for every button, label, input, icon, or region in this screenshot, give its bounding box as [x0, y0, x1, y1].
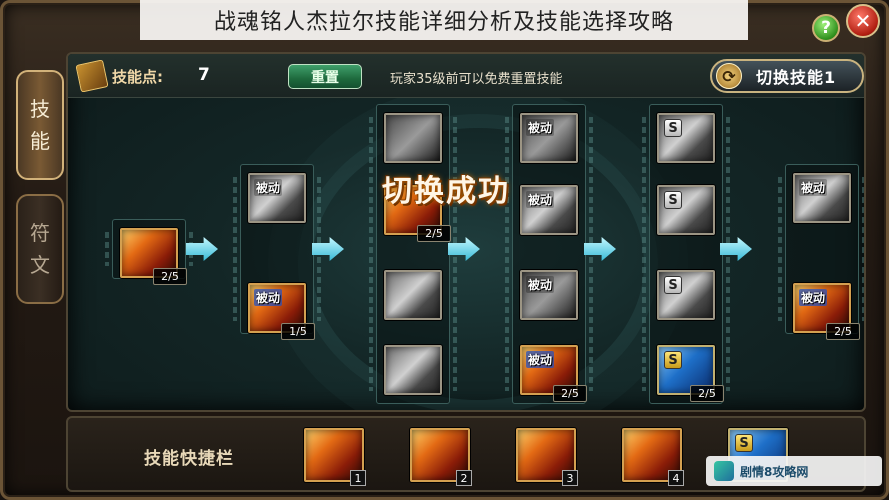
skill-level: 1/5: [281, 323, 315, 340]
skill-column: 被动 被动 2/5: [778, 164, 864, 340]
skill-type-s-badge: S: [664, 191, 682, 209]
skill-points-label: 技能点:: [112, 68, 163, 86]
tab-runes-char-2: 文: [30, 253, 50, 277]
quickbar-slot-number: 1: [350, 470, 366, 486]
side-tab-bar: 技 能 符 文: [16, 70, 64, 318]
skill-level: 2/5: [826, 323, 860, 340]
background-emblem: [298, 114, 658, 410]
switch-success-message: 切换成功: [382, 174, 510, 209]
switch-skill-set-button[interactable]: ⟳ 切换技能1: [710, 59, 864, 93]
skill-column: 被动 被动 1/5: [233, 164, 321, 340]
skill-level: 2/5: [690, 385, 724, 402]
passive-badge: 被动: [254, 289, 283, 306]
quickbar-slot[interactable]: 3: [516, 428, 578, 486]
skill-type-s-badge: S: [664, 351, 682, 369]
passive-badge: 被动: [526, 276, 555, 293]
progression-arrow-icon: [720, 237, 752, 261]
quickbar-label: 技能快捷栏: [144, 449, 234, 469]
site-logo-icon: [714, 461, 734, 481]
tab-skills[interactable]: 技 能: [16, 70, 64, 180]
skill-level: 2/5: [553, 385, 587, 402]
article-caption: 战魂铭人杰拉尔技能详细分析及技能选择攻略: [140, 0, 748, 40]
quickbar-slot[interactable]: 1: [304, 428, 366, 486]
skill-tree-panel: 技能点: 7 重置 玩家35级前可以免费重置技能 ⟳ 切换技能1 2/5 被动 被动…: [66, 52, 866, 412]
skill-icon[interactable]: S: [657, 270, 715, 320]
quickbar-slot[interactable]: 2: [410, 428, 472, 486]
skill-column: 2/5: [369, 104, 457, 404]
site-watermark: 剧情8攻略网: [706, 456, 882, 486]
help-button[interactable]: ?: [812, 14, 840, 42]
skill-column: 被动 被动 被动 被动 2/5: [505, 104, 593, 404]
quickbar-slot-number: 2: [456, 470, 472, 486]
reset-button[interactable]: 重置: [288, 64, 362, 89]
skill-type-s-badge: S: [735, 434, 753, 452]
skill-icon[interactable]: S: [657, 113, 715, 163]
skill-icon[interactable]: [384, 345, 442, 395]
passive-badge: 被动: [526, 191, 555, 208]
cycle-arrows-icon: ⟳: [716, 63, 742, 89]
passive-badge: 被动: [526, 351, 555, 368]
passive-badge: 被动: [254, 179, 283, 196]
reset-hint: 玩家35级前可以免费重置技能: [390, 72, 563, 87]
skill-icon[interactable]: 被动: [520, 113, 578, 163]
skill-icon[interactable]: 被动: [793, 173, 851, 223]
skill-column: 2/5: [105, 219, 193, 285]
skill-icon[interactable]: 被动: [520, 185, 578, 235]
quickbar-slot[interactable]: 4: [622, 428, 684, 486]
skill-icon[interactable]: [384, 270, 442, 320]
skill-icon[interactable]: S: [657, 185, 715, 235]
skill-points-bar: 技能点: 7 重置 玩家35级前可以免费重置技能 ⟳ 切换技能1: [68, 54, 864, 98]
quickbar-slot-number: 3: [562, 470, 578, 486]
skill-type-s-badge: S: [664, 119, 682, 137]
tab-skills-char-1: 技: [30, 97, 50, 121]
skill-book-icon: [75, 59, 109, 93]
close-button[interactable]: ✕: [846, 4, 880, 38]
tab-runes[interactable]: 符 文: [16, 194, 64, 304]
passive-badge: 被动: [799, 289, 828, 306]
quickbar-slot-number: 4: [668, 470, 684, 486]
skill-icon[interactable]: [384, 113, 442, 163]
skill-column: S S S S 2/5: [642, 104, 730, 404]
skill-level: 2/5: [153, 268, 187, 285]
passive-badge: 被动: [526, 119, 555, 136]
tab-runes-char-1: 符: [30, 221, 50, 245]
skill-points-value: 7: [198, 65, 210, 85]
tab-skills-char-2: 能: [30, 129, 50, 153]
passive-badge: 被动: [799, 179, 828, 196]
skill-icon[interactable]: 被动: [520, 270, 578, 320]
skill-icon[interactable]: 被动: [248, 173, 306, 223]
skill-level: 2/5: [417, 225, 451, 242]
switch-skill-set-label: 切换技能1: [756, 68, 837, 87]
watermark-text: 剧情8攻略网: [740, 464, 809, 479]
skill-type-s-badge: S: [664, 276, 682, 294]
